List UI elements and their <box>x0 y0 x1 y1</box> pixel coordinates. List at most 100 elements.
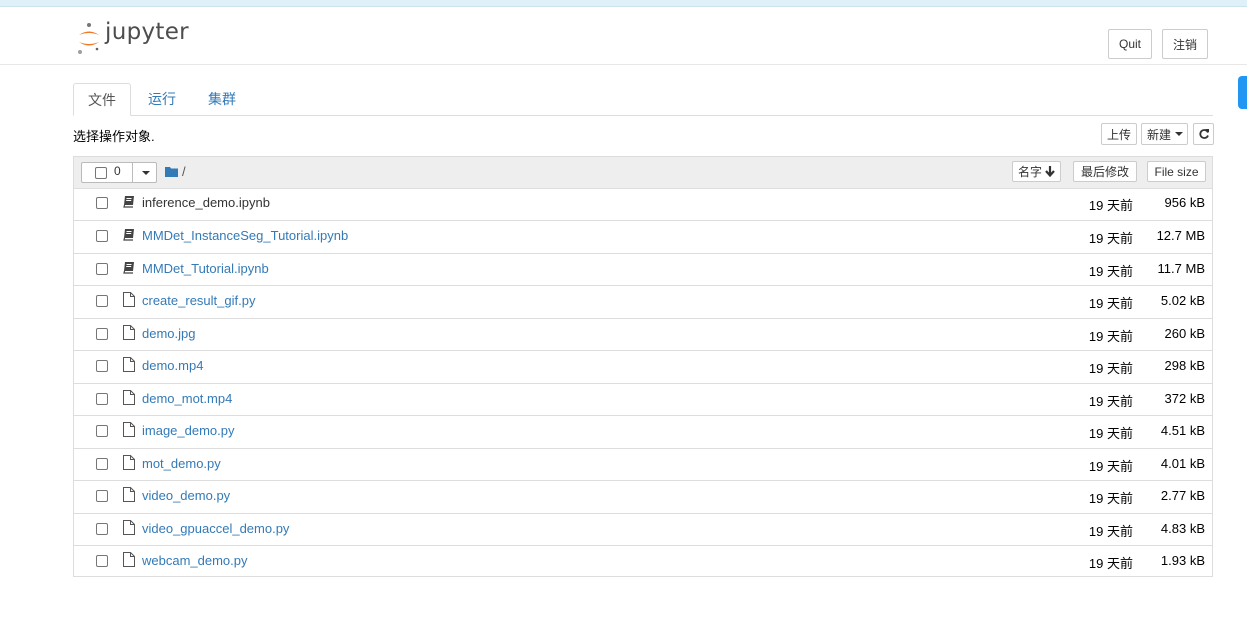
caret-down-icon <box>141 170 150 175</box>
file-icon <box>123 422 135 437</box>
row-checkbox[interactable] <box>96 555 108 567</box>
file-name-link[interactable]: demo_mot.mp4 <box>142 391 232 406</box>
row-checkbox[interactable] <box>96 458 108 470</box>
row-checkbox[interactable] <box>96 197 108 209</box>
file-row[interactable]: demo.mp4 19 天前 298 kB <box>74 350 1212 383</box>
file-icon <box>123 357 135 372</box>
jupyter-logo-icon <box>78 23 99 54</box>
file-name-link[interactable]: inference_demo.ipynb <box>142 195 270 210</box>
file-row[interactable]: demo.jpg 19 天前 260 kB <box>74 318 1212 351</box>
file-icon <box>123 487 135 502</box>
file-size: 2.77 kB <box>1160 488 1205 503</box>
notebook-icon <box>123 196 134 208</box>
jupyter-logo[interactable]: jupyter <box>76 19 216 58</box>
row-checkbox[interactable] <box>96 263 108 275</box>
file-modified: 19 天前 <box>1088 524 1133 539</box>
file-name-link[interactable]: image_demo.py <box>142 423 235 438</box>
file-name-link[interactable]: create_result_gif.py <box>142 293 255 308</box>
tab-bar: 文件 运行 集群 <box>73 83 1213 116</box>
sort-by-name-button[interactable]: 名字 <box>1012 161 1061 182</box>
file-modified: 19 天前 <box>1088 556 1133 571</box>
new-dropdown-button[interactable]: 新建 <box>1141 123 1188 145</box>
row-checkbox[interactable] <box>96 393 108 405</box>
file-name-link[interactable]: webcam_demo.py <box>142 553 248 568</box>
row-checkbox[interactable] <box>96 523 108 535</box>
new-button-label: 新建 <box>1147 127 1172 142</box>
tab-running[interactable]: 运行 <box>138 83 186 115</box>
file-row[interactable]: webcam_demo.py 19 天前 1.93 kB <box>74 545 1212 578</box>
file-modified: 19 天前 <box>1088 426 1133 441</box>
file-icon <box>123 520 135 535</box>
file-row[interactable]: MMDet_Tutorial.ipynb 19 天前 11.7 MB <box>74 253 1212 286</box>
file-size: 4.83 kB <box>1160 521 1205 536</box>
file-icon <box>123 390 135 405</box>
file-modified: 19 天前 <box>1088 329 1133 344</box>
file-list: 0 / 名字 最后修改 File size inference_demo.ipy… <box>73 156 1213 577</box>
row-checkbox[interactable] <box>96 328 108 340</box>
file-size: 11.7 MB <box>1157 261 1205 276</box>
upload-button[interactable]: 上传 <box>1101 123 1137 145</box>
file-modified: 19 天前 <box>1088 296 1133 311</box>
top-banner-strip <box>0 0 1247 7</box>
row-checkbox[interactable] <box>96 295 108 307</box>
file-name-link[interactable]: MMDet_Tutorial.ipynb <box>142 261 269 276</box>
file-row[interactable]: demo_mot.mp4 19 天前 372 kB <box>74 383 1212 416</box>
sort-by-last-modified-button[interactable]: 最后修改 <box>1073 161 1137 182</box>
file-modified: 19 天前 <box>1088 264 1133 279</box>
file-size: 298 kB <box>1164 358 1205 373</box>
file-modified: 19 天前 <box>1088 361 1133 376</box>
selection-hint: 选择操作对象. <box>73 129 155 144</box>
side-panel-toggle[interactable] <box>1238 76 1247 109</box>
file-icon <box>123 325 135 340</box>
file-size: 1.93 kB <box>1160 553 1205 568</box>
file-size: 372 kB <box>1164 391 1205 406</box>
refresh-icon <box>1198 129 1209 139</box>
file-size: 4.51 kB <box>1160 423 1205 438</box>
file-icon <box>123 455 135 470</box>
header-bar: jupyter Quit 注销 <box>0 7 1247 65</box>
file-row[interactable]: create_result_gif.py 19 天前 5.02 kB <box>74 285 1212 318</box>
file-size: 956 kB <box>1164 195 1205 210</box>
tab-clusters[interactable]: 集群 <box>198 83 246 115</box>
file-row[interactable]: video_gpuaccel_demo.py 19 天前 4.83 kB <box>74 513 1212 546</box>
select-all-control[interactable]: 0 <box>81 162 157 183</box>
file-name-link[interactable]: MMDet_InstanceSeg_Tutorial.ipynb <box>142 228 348 243</box>
file-name-link[interactable]: demo.mp4 <box>142 358 203 373</box>
folder-icon[interactable] <box>165 166 178 177</box>
file-size: 260 kB <box>1164 326 1205 341</box>
row-checkbox[interactable] <box>96 230 108 242</box>
file-modified: 19 天前 <box>1088 231 1133 246</box>
file-row[interactable]: image_demo.py 19 天前 4.51 kB <box>74 415 1212 448</box>
select-menu-caret[interactable] <box>132 163 158 182</box>
select-all-checkbox[interactable] <box>95 166 107 179</box>
refresh-button[interactable] <box>1193 123 1214 145</box>
tab-files[interactable]: 文件 <box>73 83 131 116</box>
arrow-down-icon <box>1045 166 1055 177</box>
file-row[interactable]: mot_demo.py 19 天前 4.01 kB <box>74 448 1212 481</box>
file-row[interactable]: video_demo.py 19 天前 2.77 kB <box>74 480 1212 513</box>
quit-button[interactable]: Quit <box>1108 29 1152 59</box>
logout-button[interactable]: 注销 <box>1162 29 1208 59</box>
file-size: 12.7 MB <box>1156 228 1205 243</box>
file-name-link[interactable]: video_gpuaccel_demo.py <box>142 521 289 536</box>
file-modified: 19 天前 <box>1088 394 1133 409</box>
caret-down-icon <box>1175 132 1184 136</box>
logo-text: jupyter <box>105 19 189 45</box>
breadcrumb-path[interactable]: / <box>182 164 186 179</box>
file-name-link[interactable]: video_demo.py <box>142 488 230 503</box>
notebook-icon <box>123 262 134 274</box>
file-list-header: 0 / 名字 最后修改 File size <box>74 157 1212 189</box>
sort-name-label: 名字 <box>1017 165 1042 179</box>
row-checkbox[interactable] <box>96 360 108 372</box>
sort-by-file-size-button[interactable]: File size <box>1147 161 1206 182</box>
file-icon <box>123 552 135 567</box>
file-row[interactable]: MMDet_InstanceSeg_Tutorial.ipynb 19 天前 12.… <box>74 220 1212 253</box>
file-row[interactable]: inference_demo.ipynb 19 天前 956 kB <box>74 188 1212 220</box>
row-checkbox[interactable] <box>96 425 108 437</box>
file-name-link[interactable]: demo.jpg <box>142 326 195 341</box>
row-checkbox[interactable] <box>96 490 108 502</box>
file-name-link[interactable]: mot_demo.py <box>142 456 221 471</box>
file-modified: 19 天前 <box>1088 198 1133 213</box>
file-icon <box>123 292 135 307</box>
file-modified: 19 天前 <box>1088 491 1133 506</box>
